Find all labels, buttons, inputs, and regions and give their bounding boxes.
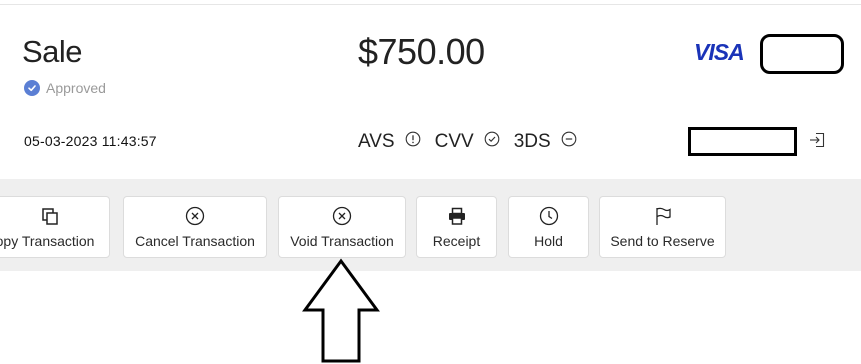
clock-icon xyxy=(539,205,559,227)
login-arrow-icon[interactable] xyxy=(808,131,826,154)
void-transaction-button[interactable]: Void Transaction xyxy=(278,196,406,258)
redacted-transaction-id xyxy=(688,127,797,156)
minus-circle-icon xyxy=(561,131,577,153)
hold-label: Hold xyxy=(534,233,563,249)
redacted-card-number xyxy=(760,34,844,74)
annotation-up-arrow xyxy=(302,258,380,363)
x-circle-icon xyxy=(185,205,205,227)
copy-transaction-label: Copy Transaction xyxy=(0,233,95,249)
receipt-label: Receipt xyxy=(432,233,481,249)
send-to-reserve-label: Send to Reserve xyxy=(610,233,715,249)
transaction-type-title: Sale xyxy=(22,34,83,69)
top-divider xyxy=(0,4,861,5)
transaction-amount: $750.00 xyxy=(358,31,485,72)
status-label: Approved xyxy=(46,80,106,96)
status-badge: Approved xyxy=(24,80,106,96)
cvv-check: CVV xyxy=(435,131,500,153)
send-to-reserve-button[interactable]: Send to Reserve xyxy=(599,196,726,258)
void-transaction-label: Void Transaction xyxy=(290,233,394,249)
x-circle-icon xyxy=(332,205,352,227)
flag-icon xyxy=(653,205,673,227)
copy-transaction-button[interactable]: Copy Transaction xyxy=(0,196,110,258)
cvv-label: CVV xyxy=(434,131,474,152)
transaction-datetime: 05-03-2023 11:43:57 xyxy=(24,133,157,149)
info-circle-icon xyxy=(405,131,421,153)
cancel-transaction-label: Cancel Transaction xyxy=(135,233,255,249)
hold-button[interactable]: Hold xyxy=(508,196,589,258)
receipt-button[interactable]: Receipt xyxy=(416,196,497,258)
verification-checks: AVS CVV 3DS xyxy=(358,131,591,153)
transaction-detail-page: Sale Approved $750.00 VISA 05-03-2023 11… xyxy=(0,0,861,364)
avs-check: AVS xyxy=(358,131,421,153)
3ds-label: 3DS xyxy=(513,131,551,152)
approved-check-icon xyxy=(24,80,40,96)
copy-icon xyxy=(40,205,60,227)
avs-label: AVS xyxy=(358,131,395,152)
card-brand-logo: VISA xyxy=(694,39,745,65)
cancel-transaction-button[interactable]: Cancel Transaction xyxy=(123,196,267,258)
printer-icon xyxy=(447,205,467,227)
3ds-check: 3DS xyxy=(514,131,577,153)
check-circle-icon xyxy=(484,131,500,153)
